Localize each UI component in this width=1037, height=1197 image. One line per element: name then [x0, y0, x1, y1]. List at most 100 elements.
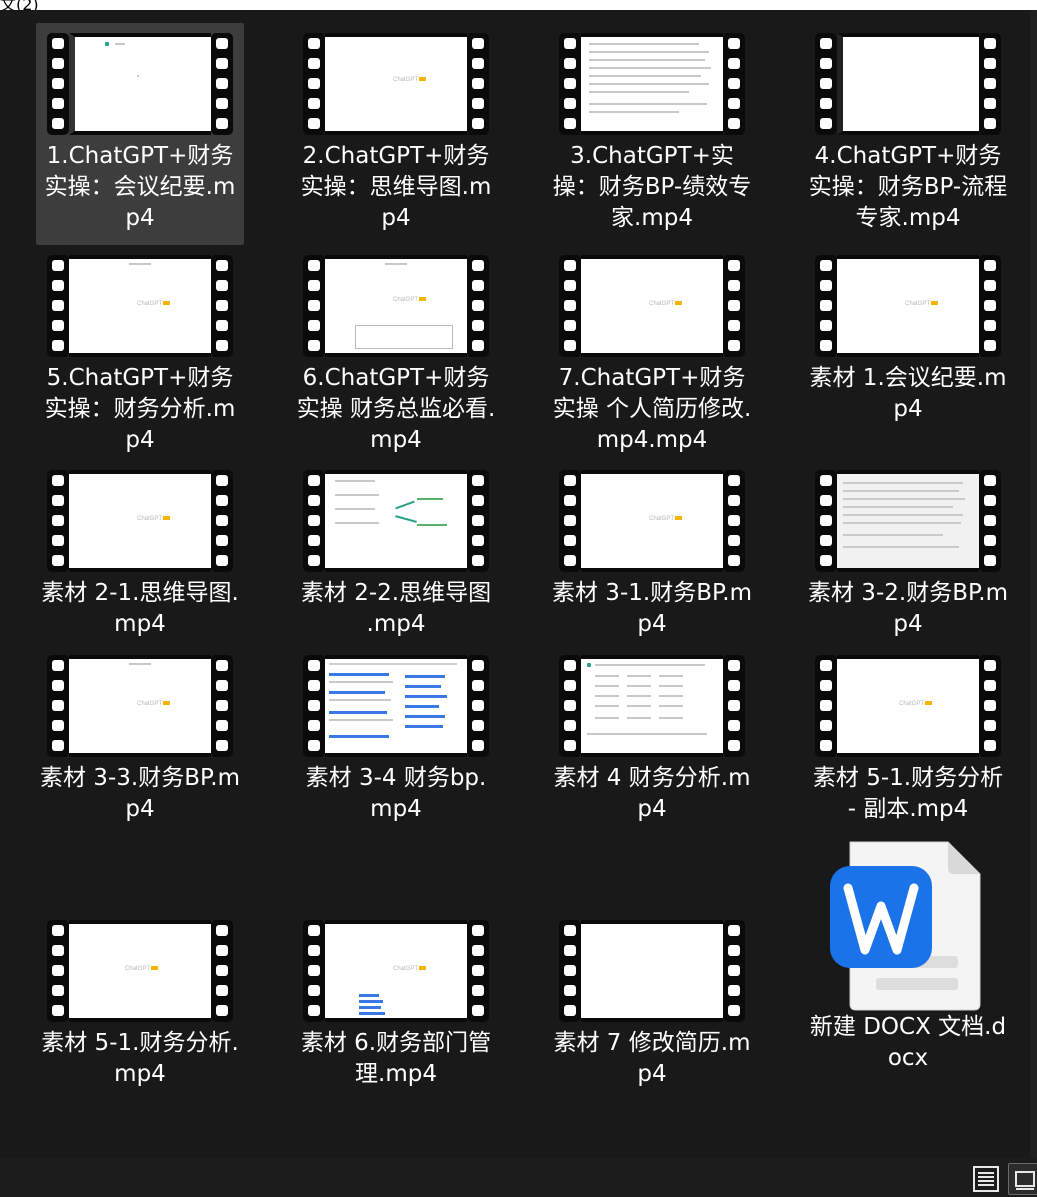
film-sprocket-hole [728, 300, 740, 311]
film-sprocket-hole [216, 320, 228, 331]
file-item[interactable]: 素材 7 修改简历.mp4 [548, 910, 756, 1095]
status-bar [0, 1158, 1037, 1197]
file-item[interactable]: ChatGPT 素材 2-1.思维导图.mp4 [36, 460, 244, 645]
film-sprocket-hole [728, 495, 740, 506]
film-sprocket-hole [472, 260, 484, 271]
video-thumbnail [815, 470, 1001, 572]
film-sprocket-hole [472, 1005, 484, 1016]
film-sprocket-hole [472, 495, 484, 506]
film-sprocket-hole [52, 280, 64, 291]
film-sprocket-hole [984, 300, 996, 311]
video-thumbnail [815, 33, 1001, 135]
file-item[interactable]: ChatGPT 素材 3-1.财务BP.mp4 [548, 460, 756, 645]
film-sprocket-hole [820, 660, 832, 671]
file-item[interactable]: ChatGPT 素材 5-1.财务分析.mp4 [36, 910, 244, 1095]
file-item[interactable]: ChatGPT 2.ChatGPT+财务实操：思维导图.mp4 [292, 23, 500, 245]
file-item[interactable]: ChatGPT 7.ChatGPT+财务实操 个人简历修改.mp4.mp4 [548, 245, 756, 460]
details-view-button[interactable] [970, 1163, 1002, 1195]
film-sprocket-hole [984, 58, 996, 69]
vertical-scrollbar[interactable] [1030, 10, 1037, 1158]
film-sprocket-hole [728, 700, 740, 711]
file-item[interactable]: 3.ChatGPT+实操：财务BP-绩效专家.mp4 [548, 23, 756, 245]
film-sprocket-hole [564, 740, 576, 751]
file-item[interactable]: ChatGPT 5.ChatGPT+财务实操：财务分析.mp4 [36, 245, 244, 460]
file-name: 素材 1.会议纪要.mp4 [809, 365, 1007, 422]
film-sprocket-hole [52, 98, 64, 109]
film-sprocket-hole [564, 680, 576, 691]
file-name: 素材 2-2.思维导图 .mp4 [300, 580, 492, 637]
film-sprocket-hole [564, 260, 576, 271]
film-sprocket-hole [564, 118, 576, 129]
film-sprocket-hole [564, 320, 576, 331]
film-sprocket-hole [52, 118, 64, 129]
file-item[interactable]: 素材 4 财务分析.mp4 [548, 645, 756, 830]
film-sprocket-hole [728, 340, 740, 351]
file-item[interactable]: 4.ChatGPT+财务实操：财务BP-流程专家.mp4 [804, 23, 1012, 245]
film-sprocket-hole [308, 1005, 320, 1016]
film-sprocket-hole [472, 38, 484, 49]
film-sprocket-hole [216, 660, 228, 671]
film-sprocket-hole [472, 700, 484, 711]
film-sprocket-hole [984, 38, 996, 49]
film-sprocket-hole [728, 740, 740, 751]
film-sprocket-hole [472, 515, 484, 526]
film-sprocket-hole [52, 320, 64, 331]
file-item[interactable]: 1.ChatGPT+财务实操：会议纪要.mp4 [36, 23, 244, 245]
file-item[interactable]: ChatGPT 素材 1.会议纪要.mp4 [804, 245, 1012, 460]
film-sprocket-hole [564, 495, 576, 506]
film-sprocket-hole [820, 515, 832, 526]
film-sprocket-hole [308, 985, 320, 996]
film-sprocket-hole [52, 475, 64, 486]
film-sprocket-hole [52, 535, 64, 546]
file-list-view[interactable]: 1.ChatGPT+财务实操：会议纪要.mp4 ChatGPT 2.ChatGP… [0, 10, 1030, 1158]
film-sprocket-hole [216, 98, 228, 109]
film-sprocket-hole [308, 260, 320, 271]
film-sprocket-hole [564, 720, 576, 731]
film-sprocket-hole [728, 515, 740, 526]
video-thumbnail [559, 33, 745, 135]
film-sprocket-hole [52, 660, 64, 671]
film-sprocket-hole [216, 945, 228, 956]
film-sprocket-hole [820, 300, 832, 311]
film-sprocket-hole [728, 98, 740, 109]
film-sprocket-hole [308, 495, 320, 506]
film-sprocket-hole [216, 985, 228, 996]
film-sprocket-hole [52, 945, 64, 956]
file-name: 素材 3-2.财务BP.mp4 [808, 580, 1008, 637]
film-sprocket-hole [216, 1005, 228, 1016]
film-sprocket-hole [472, 965, 484, 976]
film-sprocket-hole [984, 535, 996, 546]
film-sprocket-hole [728, 320, 740, 331]
film-sprocket-hole [216, 495, 228, 506]
file-item[interactable]: 新建 DOCX 文档.docx [804, 830, 1012, 1095]
file-item[interactable]: ChatGPT 素材 5-1.财务分析 - 副本.mp4 [804, 645, 1012, 830]
film-sprocket-hole [984, 78, 996, 89]
film-sprocket-hole [308, 475, 320, 486]
file-item[interactable]: ChatGPT 素材 6.财务部门管理.mp4 [292, 910, 500, 1095]
file-name: 3.ChatGPT+实操：财务BP-绩效专家.mp4 [552, 143, 752, 231]
file-item[interactable]: ChatGPT 6.ChatGPT+财务实操 财务总监必看.mp4 [292, 245, 500, 460]
file-item[interactable]: 素材 3-4 财务bp.mp4 [292, 645, 500, 830]
film-sprocket-hole [564, 300, 576, 311]
large-icons-view-icon [1015, 1171, 1035, 1190]
film-sprocket-hole [564, 965, 576, 976]
film-sprocket-hole [216, 965, 228, 976]
film-sprocket-hole [52, 495, 64, 506]
film-sprocket-hole [564, 535, 576, 546]
film-sprocket-hole [308, 925, 320, 936]
file-item[interactable]: ChatGPT 素材 3-3.财务BP.mp4 [36, 645, 244, 830]
film-sprocket-hole [820, 720, 832, 731]
film-sprocket-hole [52, 700, 64, 711]
film-sprocket-hole [308, 340, 320, 351]
video-thumbnail: ChatGPT [303, 33, 489, 135]
film-sprocket-hole [820, 340, 832, 351]
film-sprocket-hole [820, 495, 832, 506]
file-name: 5.ChatGPT+财务实操：财务分析.mp4 [44, 365, 236, 453]
film-sprocket-hole [728, 280, 740, 291]
file-name: 4.ChatGPT+财务实操：财务BP-流程专家.mp4 [808, 143, 1008, 231]
film-sprocket-hole [820, 280, 832, 291]
large-icons-view-button[interactable] [1008, 1163, 1037, 1195]
film-sprocket-hole [820, 320, 832, 331]
file-item[interactable]: 素材 2-2.思维导图 .mp4 [292, 460, 500, 645]
file-item[interactable]: 素材 3-2.财务BP.mp4 [804, 460, 1012, 645]
